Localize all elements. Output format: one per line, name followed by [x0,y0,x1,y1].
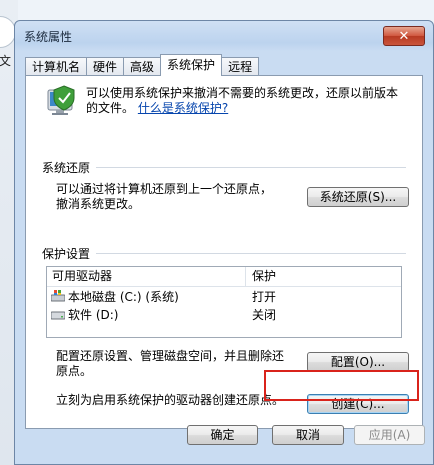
system-drive-icon [51,290,65,302]
restore-group-title: 系统还原 [42,159,97,176]
restore-group-divider [42,167,406,168]
column-protection[interactable]: 保护 [246,267,276,286]
drive-list-header: 可用驱动器 保护 [47,267,401,287]
title-bar[interactable]: 系统属性 ✕ [15,21,433,49]
configure-description: 配置还原设置、管理磁盘空间，并且删除还原点。 [56,349,285,378]
drive-protection-status: 打开 [252,289,277,304]
background-text: 文 [0,54,12,68]
drive-row-d[interactable]: 软件 (D:) 关闭 [47,305,401,323]
tab-remote[interactable]: 远程 [221,57,260,76]
drive-name: 本地磁盘 (C:) (系统) [68,289,179,304]
system-protection-icon [47,85,75,115]
intro-text: 可以使用系统保护来撤消不需要的系统更改，还原以前版本的文件。 什么是系统保护? [86,86,406,116]
close-icon: ✕ [398,28,410,44]
create-button-highlight [264,370,419,401]
drive-list[interactable]: 可用驱动器 保护 本地磁盘 (C:) (系统) 打开 软件 (D:) 关闭 [46,266,402,338]
tab-hardware[interactable]: 硬件 [86,57,125,76]
ok-button[interactable]: 确定 [187,425,258,445]
restore-description: 可以通过将计算机还原到上一个还原点，撤消系统更改。 [56,182,273,211]
protection-group-divider [42,253,406,254]
system-restore-button[interactable]: 系统还原(S)... [307,187,409,207]
tab-system-protection[interactable]: 系统保护 [160,54,223,76]
protection-group-title: 保护设置 [42,245,97,262]
drive-row-c[interactable]: 本地磁盘 (C:) (系统) 打开 [47,287,401,305]
cancel-button[interactable]: 取消 [272,425,344,445]
tab-computer-name[interactable]: 计算机名 [25,57,88,76]
tab-advanced[interactable]: 高级 [123,57,162,76]
drive-protection-status: 关闭 [252,307,277,322]
configure-button[interactable]: 配置(O)... [307,352,409,372]
intro-description: 可以使用系统保护来撤消不需要的系统更改，还原以前版本的文件。 [86,86,399,115]
close-button[interactable]: ✕ [383,26,425,46]
what-is-system-protection-link[interactable]: 什么是系统保护? [138,101,228,115]
window-title: 系统属性 [24,30,73,44]
apply-button[interactable]: 应用(A) [354,425,425,445]
drive-name: 软件 (D:) [68,307,119,322]
column-available-drives[interactable]: 可用驱动器 [47,267,246,286]
drive-icon [51,311,65,320]
tab-strip: 计算机名 硬件 高级 系统保护 远程 [25,54,260,76]
